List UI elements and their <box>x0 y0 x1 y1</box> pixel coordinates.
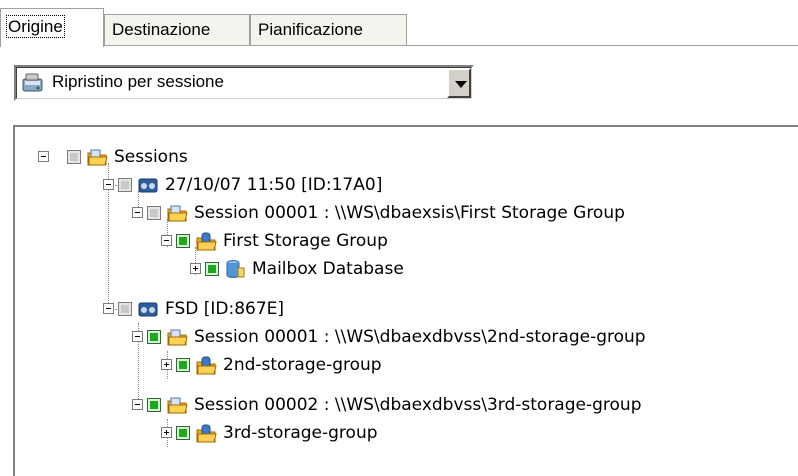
tree-node-label: Sessions <box>114 147 188 167</box>
session-tree[interactable]: Sessions 27/10/07 11:50 [ID:17A0] Sessio… <box>13 125 798 476</box>
session-folder-icon <box>167 329 188 346</box>
checkbox[interactable] <box>176 426 190 440</box>
collapse-icon[interactable] <box>103 179 114 190</box>
collapse-icon[interactable] <box>132 207 143 218</box>
collapse-icon[interactable] <box>132 331 143 342</box>
tree-node-storage-group[interactable]: First Storage Group <box>176 227 388 255</box>
checkbox[interactable] <box>176 358 190 372</box>
tab-origine-label: Origine <box>6 15 65 38</box>
tab-destinazione-label: Destinazione <box>112 20 211 39</box>
tab-pianificazione-label: Pianificazione <box>258 20 363 39</box>
expand-icon[interactable] <box>190 263 201 274</box>
expand-icon[interactable] <box>161 427 172 438</box>
tree-node-label: Mailbox Database <box>252 259 404 279</box>
chevron-down-icon <box>455 81 467 88</box>
tab-origine[interactable]: Origine <box>0 8 104 47</box>
collapse-icon[interactable] <box>132 399 143 410</box>
session-folder-icon <box>167 205 188 222</box>
tab-strip: Origine Destinazione Pianificazione <box>0 0 798 47</box>
tree-node-session[interactable]: Session 00002 : \\WS\dbaexdbvss\3rd-stor… <box>147 391 642 419</box>
tree-node-label: 3rd-storage-group <box>223 423 378 443</box>
tree-node-label: Session 00001 : \\WS\dbaexsis\First Stor… <box>194 203 625 223</box>
checkbox[interactable] <box>118 302 132 316</box>
session-folder-icon <box>167 397 188 414</box>
storage-group-icon <box>196 232 217 251</box>
tree-node-label: 27/10/07 11:50 [ID:17A0] <box>165 175 383 195</box>
tab-divider <box>0 45 798 46</box>
tree-node-session[interactable]: Session 00001 : \\WS\dbaexdbvss\2nd-stor… <box>147 323 646 351</box>
tape-icon <box>138 178 158 193</box>
tree-node-storage-group[interactable]: 3rd-storage-group <box>176 419 378 447</box>
checkbox[interactable] <box>147 398 161 412</box>
tab-pianificazione[interactable]: Pianificazione <box>250 14 407 45</box>
checkbox[interactable] <box>147 206 161 220</box>
tree-node-label: 2nd-storage-group <box>223 355 382 375</box>
checkbox[interactable] <box>118 178 132 192</box>
tree-node-sessions[interactable]: Sessions <box>67 143 188 171</box>
storage-group-icon <box>196 424 217 443</box>
checkbox[interactable] <box>176 234 190 248</box>
tree-node-media[interactable]: 27/10/07 11:50 [ID:17A0] <box>118 171 382 199</box>
collapse-icon[interactable] <box>161 235 172 246</box>
collapse-icon[interactable] <box>103 303 114 314</box>
tree-node-label: Session 00001 : \\WS\dbaexdbvss\2nd-stor… <box>194 327 646 347</box>
tree-node-label: FSD [ID:867E] <box>165 299 285 319</box>
restore-mode-select[interactable]: Ripristino per sessione <box>14 65 474 101</box>
checkbox[interactable] <box>67 150 81 164</box>
tab-destinazione[interactable]: Destinazione <box>104 14 250 45</box>
database-icon <box>226 260 245 278</box>
tape-icon <box>138 302 158 317</box>
restore-mode-value: Ripristino per sessione <box>52 72 224 91</box>
tree-node-label: Session 00002 : \\WS\dbaexdbvss\3rd-stor… <box>194 395 642 415</box>
checkbox[interactable] <box>205 262 219 276</box>
folder-sessions-icon <box>87 149 108 166</box>
expand-icon[interactable] <box>161 359 172 370</box>
restore-disk-icon <box>22 73 43 92</box>
tree-node-session[interactable]: Session 00001 : \\WS\dbaexsis\First Stor… <box>147 199 625 227</box>
collapse-icon[interactable] <box>38 151 49 162</box>
tree-node-label: First Storage Group <box>223 231 388 251</box>
tree-node-media[interactable]: FSD [ID:867E] <box>118 295 284 323</box>
tree-node-database[interactable]: Mailbox Database <box>205 255 404 283</box>
storage-group-icon <box>196 356 217 375</box>
tree-node-storage-group[interactable]: 2nd-storage-group <box>176 351 382 379</box>
dropdown-button[interactable] <box>447 68 471 98</box>
checkbox[interactable] <box>147 330 161 344</box>
